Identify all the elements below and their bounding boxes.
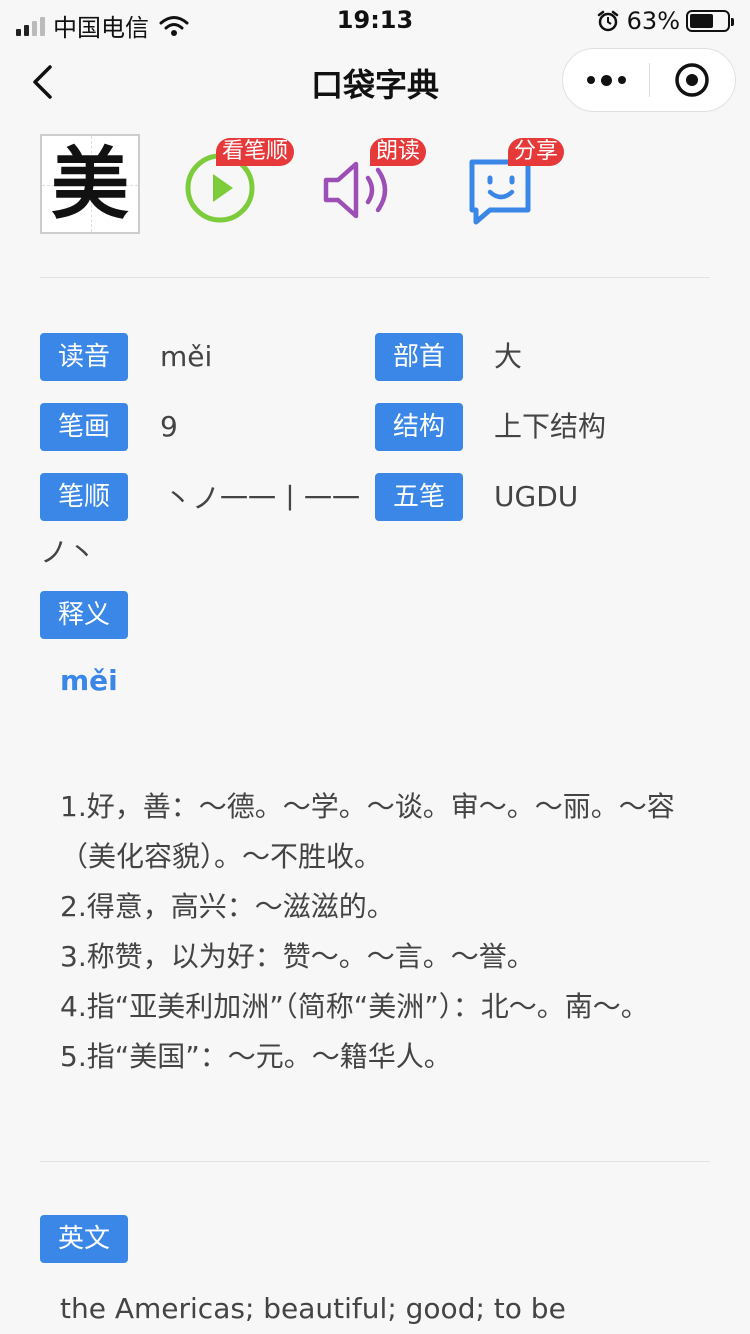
meaning-pinyin: měi: [60, 664, 118, 697]
pinyin-tag: 读音: [40, 333, 128, 381]
close-mini-program-button[interactable]: [649, 49, 735, 111]
strokes-tag: 笔画: [40, 403, 128, 451]
english-text: the Americas; beautiful; good; to be: [60, 1292, 566, 1325]
definition-item: 3.称赞，以为好：赞～。～言。～誉。: [60, 940, 535, 973]
character-glyph: 美: [50, 139, 129, 230]
more-dots-icon: [586, 76, 595, 84]
definition-item: 1.好，善：～德。～学。～谈。审～。～丽。～容（美化容貌）。～不胜收。: [60, 790, 675, 873]
structure-tag: 结构: [375, 403, 463, 451]
status-right: 63%: [597, 7, 734, 35]
stroke-order-button[interactable]: 看笔顺: [182, 138, 295, 224]
share-badge: 分享: [508, 138, 565, 166]
stroke-order-badge: 看笔顺: [216, 138, 295, 166]
stroke-order-tag: 笔顺: [40, 473, 128, 521]
pinyin-value: měi: [160, 340, 213, 373]
more-button[interactable]: [563, 49, 649, 111]
section-divider: [40, 277, 710, 278]
section-divider: [40, 1161, 710, 1162]
character-box: 美: [40, 134, 140, 234]
page: 中国电信 19:13 63% 口袋字典 美 看笔顺 朗读 分享 读音 měi 部…: [0, 0, 750, 1334]
share-button[interactable]: 分享: [466, 138, 565, 228]
read-badge: 朗读: [370, 138, 427, 166]
battery-percent: 63%: [626, 7, 680, 35]
definition-item: 5.指“美国”：～元。～籍华人。: [60, 1040, 452, 1073]
mini-program-capsule: [562, 48, 736, 112]
definition-item: 2.得意，高兴：～滋滋的。: [60, 890, 395, 923]
alarm-icon: [597, 10, 618, 32]
definition-list: 1.好，善：～德。～学。～谈。审～。～丽。～容（美化容貌）。～不胜收。 2.得意…: [60, 782, 720, 1082]
target-close-icon: [675, 63, 709, 97]
definition-item: 4.指“亚美利加洲”（简称“美洲”）：北～。南～。: [60, 990, 649, 1023]
radical-tag: 部首: [375, 333, 463, 381]
wubi-value: UGDU: [494, 480, 579, 513]
battery-icon: [686, 10, 734, 32]
battery-level: [690, 14, 713, 28]
english-tag: 英文: [40, 1215, 128, 1263]
meaning-tag: 释义: [40, 591, 128, 639]
nav-bar: 口袋字典: [0, 44, 750, 120]
wubi-tag: 五笔: [375, 473, 463, 521]
status-bar: 中国电信 19:13 63%: [0, 0, 750, 42]
strokes-value: 9: [160, 410, 178, 443]
read-aloud-button[interactable]: 朗读: [322, 138, 427, 228]
radical-value: 大: [494, 340, 523, 373]
structure-value: 上下结构: [494, 410, 607, 443]
